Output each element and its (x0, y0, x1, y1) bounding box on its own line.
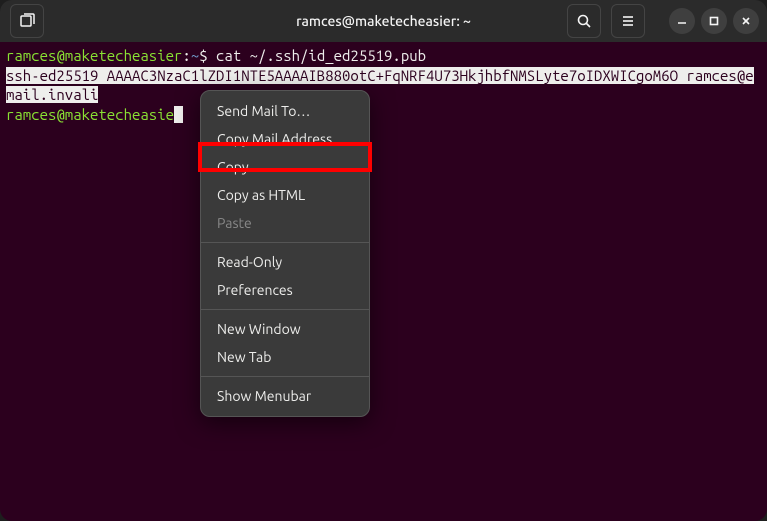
maximize-button[interactable] (701, 8, 727, 34)
titlebar: ramces@maketecheasier: ~ (0, 0, 767, 42)
menu-separator (201, 242, 369, 243)
prompt2-user-host: ramces@maketecheasie (6, 106, 174, 123)
terminal-body[interactable]: ramces@maketecheasier:~$ cat ~/.ssh/id_e… (0, 42, 767, 521)
titlebar-right (565, 4, 759, 38)
menu-copy[interactable]: Copy (201, 153, 369, 181)
minimize-icon (676, 15, 688, 27)
context-menu[interactable]: Send Mail To… Copy Mail Address Copy Cop… (200, 90, 370, 417)
menu-show-menubar[interactable]: Show Menubar (201, 382, 369, 410)
menu-read-only[interactable]: Read-Only (201, 248, 369, 276)
terminal-window: ramces@maketecheasier: ~ (0, 0, 767, 521)
menu-copy-as-html[interactable]: Copy as HTML (201, 181, 369, 209)
new-tab-icon (19, 13, 35, 29)
hamburger-icon (620, 13, 636, 29)
menu-preferences[interactable]: Preferences (201, 276, 369, 304)
close-icon (740, 15, 752, 27)
menu-separator (201, 309, 369, 310)
prompt-symbol: $ (199, 47, 216, 64)
menu-new-window[interactable]: New Window (201, 315, 369, 343)
menu-button[interactable] (611, 4, 645, 38)
minimize-button[interactable] (669, 8, 695, 34)
titlebar-left (8, 4, 46, 38)
close-button[interactable] (733, 8, 759, 34)
menu-copy-mail-address[interactable]: Copy Mail Address (201, 125, 369, 153)
new-tab-button[interactable] (10, 4, 44, 38)
search-icon (576, 13, 592, 29)
menu-send-mail-to[interactable]: Send Mail To… (201, 97, 369, 125)
search-button[interactable] (567, 4, 601, 38)
command-text: cat ~/.ssh/id_ed25519.pub (216, 47, 426, 64)
maximize-icon (708, 15, 720, 27)
menu-new-tab[interactable]: New Tab (201, 343, 369, 371)
cursor (174, 106, 183, 123)
menu-separator (201, 376, 369, 377)
prompt-user-host: ramces@maketecheasier (6, 47, 182, 64)
window-title: ramces@maketecheasier: ~ (296, 13, 471, 29)
prompt-path: ~ (191, 47, 199, 64)
menu-paste: Paste (201, 209, 369, 237)
selected-output: ssh-ed25519 AAAAC3NzaC1lZDI1NTE5AAAAIB88… (6, 67, 754, 104)
prompt-sep: : (182, 47, 190, 64)
